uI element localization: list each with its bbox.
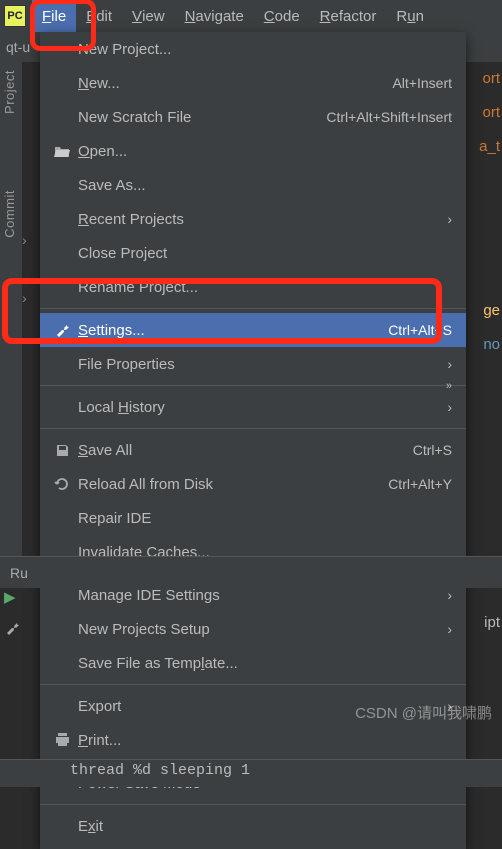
wrench-icon[interactable] xyxy=(4,620,20,636)
sidebar-commit[interactable]: Commit xyxy=(0,182,19,246)
menu-file-properties[interactable]: File Properties› xyxy=(40,347,466,381)
menu-local-history[interactable]: Local History»› xyxy=(40,390,466,424)
menu-reload-from-disk[interactable]: Reload All from DiskCtrl+Alt+Y xyxy=(40,467,466,501)
menu-exit[interactable]: Exit xyxy=(40,809,466,843)
separator xyxy=(40,385,466,386)
chevron-right-icon: › xyxy=(447,356,452,372)
menu-run[interactable]: Run xyxy=(386,0,434,32)
menu-new-project[interactable]: New Project... xyxy=(40,32,466,66)
menu-repair-ide[interactable]: Repair IDE xyxy=(40,501,466,535)
chevron-right-icon: › xyxy=(447,399,452,415)
wrench-icon xyxy=(50,322,74,338)
run-toolwindow-header: Ru xyxy=(0,556,502,588)
menu-close-project[interactable]: Close Project xyxy=(40,236,466,270)
menu-save-as[interactable]: Save As... xyxy=(40,168,466,202)
menu-save-as-template[interactable]: Save File as Template... xyxy=(40,646,466,680)
menu-new-projects-setup[interactable]: New Projects Setup› xyxy=(40,612,466,646)
chevron-right-icon[interactable]: › xyxy=(22,232,27,248)
menu-refactor[interactable]: Refactor xyxy=(310,0,387,32)
menu-file[interactable]: File xyxy=(32,0,76,32)
chevron-right-icon: › xyxy=(447,587,452,603)
sidebar-project[interactable]: Project xyxy=(0,62,19,122)
menu-rename-project[interactable]: Rename Project... xyxy=(40,270,466,304)
menu-code[interactable]: Code xyxy=(254,0,310,32)
menu-open[interactable]: Open... xyxy=(40,134,466,168)
editor-peek: ort ort a_t ge no xyxy=(472,62,502,362)
menu-print[interactable]: Print... xyxy=(40,723,466,757)
menu-new-scratch[interactable]: New Scratch FileCtrl+Alt+Shift+Insert xyxy=(40,100,466,134)
run-label[interactable]: Ru xyxy=(10,565,28,581)
separator xyxy=(40,428,466,429)
menubar: PC File Edit View Navigate Code Refactor… xyxy=(0,0,502,32)
chevron-right-icon[interactable]: › xyxy=(22,290,27,306)
terminal-output: thread %d sleeping 1 xyxy=(70,762,250,779)
menu-view[interactable]: View xyxy=(122,0,175,32)
menu-edit[interactable]: Edit xyxy=(76,0,122,32)
file-menu-dropdown: New Project... New...Alt+Insert New Scra… xyxy=(40,32,466,849)
reload-icon xyxy=(50,476,74,492)
left-toolbar: Project Commit xyxy=(0,62,22,562)
separator xyxy=(40,804,466,805)
separator xyxy=(40,684,466,685)
menu-settings[interactable]: Settings...Ctrl+Alt+S xyxy=(40,313,466,347)
editor-peek-text: ipt xyxy=(484,614,500,631)
play-icon[interactable]: ▶ xyxy=(4,588,20,606)
app-icon: PC xyxy=(4,5,26,27)
chevron-right-icon: › xyxy=(447,211,452,227)
menu-new[interactable]: New...Alt+Insert xyxy=(40,66,466,100)
print-icon xyxy=(50,733,74,747)
save-icon xyxy=(50,443,74,458)
run-side-icons: ▶ xyxy=(4,588,20,636)
menu-navigate[interactable]: Navigate xyxy=(175,0,254,32)
chevron-right-icon: › xyxy=(447,621,452,637)
folder-icon xyxy=(50,144,74,158)
separator xyxy=(40,308,466,309)
menu-recent-projects[interactable]: Recent Projects› xyxy=(40,202,466,236)
watermark: CSDN @请叫我啸鹏 xyxy=(355,702,492,723)
tab-label[interactable]: qt-u xyxy=(6,39,30,55)
menu-save-all[interactable]: Save AllCtrl+S xyxy=(40,433,466,467)
